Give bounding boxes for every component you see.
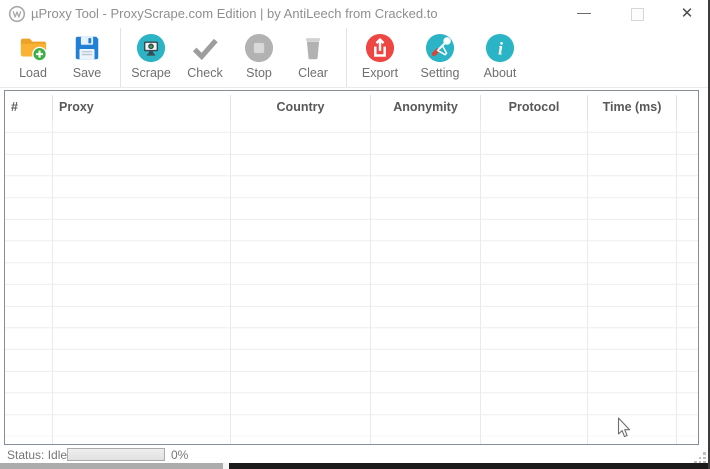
proxy-table-body: [5, 119, 698, 444]
load-label: Load: [19, 66, 47, 80]
export-label: Export: [361, 66, 399, 80]
toolbar: Load Save Scrape Check Stop Clear Export…: [0, 28, 710, 88]
column-divider: [587, 119, 588, 444]
title-bar[interactable]: µProxy Tool - ProxyScrape.com Edition | …: [0, 0, 710, 28]
window-title: µProxy Tool - ProxyScrape.com Edition | …: [31, 6, 438, 21]
info-icon: i: [485, 33, 515, 63]
load-button[interactable]: Load: [6, 28, 60, 80]
export-button[interactable]: Export: [350, 28, 410, 80]
export-icon: [365, 33, 395, 63]
floppy-save-icon: [72, 33, 102, 63]
taskbar-strip-gray: [0, 463, 223, 469]
column-header-country[interactable]: Country: [231, 95, 371, 119]
checkmark-icon: [190, 33, 220, 63]
scrape-label: Scrape: [131, 66, 171, 80]
taskbar-strip-black: [229, 463, 710, 469]
about-label: About: [483, 66, 517, 80]
progress-percent: 0%: [171, 448, 189, 462]
column-header-filler: [677, 95, 698, 119]
progress-bar: [67, 448, 165, 461]
setting-button[interactable]: Setting: [410, 28, 470, 80]
column-divider: [230, 119, 231, 444]
check-label: Check: [187, 66, 223, 80]
folder-add-icon: [18, 33, 48, 63]
clear-button[interactable]: Clear: [286, 28, 340, 80]
column-header-protocol[interactable]: Protocol: [481, 95, 588, 119]
column-header-number[interactable]: #: [5, 95, 53, 119]
column-divider: [52, 119, 53, 444]
tools-icon: [425, 33, 455, 63]
scrape-monitor-icon: [136, 33, 166, 63]
trash-icon: [298, 33, 328, 63]
status-label: Status: Idle: [7, 448, 68, 462]
about-button[interactable]: i About: [470, 28, 530, 80]
close-button[interactable]: ✕: [678, 4, 696, 24]
maximize-button[interactable]: [631, 8, 644, 21]
column-header-time[interactable]: Time (ms): [588, 95, 677, 119]
column-divider: [370, 119, 371, 444]
save-button[interactable]: Save: [60, 28, 114, 80]
column-header-anonymity[interactable]: Anonymity: [371, 95, 481, 119]
minimize-button[interactable]: [577, 13, 591, 16]
column-header-proxy[interactable]: Proxy: [53, 95, 231, 119]
check-button[interactable]: Check: [178, 28, 232, 80]
toolbar-separator: [120, 28, 121, 87]
svg-text:i: i: [498, 39, 503, 59]
setting-label: Setting: [420, 66, 460, 80]
stop-circle-icon: [244, 33, 274, 63]
column-divider: [676, 119, 677, 444]
globe-logo-icon: [8, 5, 26, 23]
stop-label: Stop: [246, 66, 272, 80]
scrape-button[interactable]: Scrape: [124, 28, 178, 80]
clear-label: Clear: [298, 66, 328, 80]
toolbar-separator: [346, 28, 347, 87]
proxy-table: # Proxy Country Anonymity Protocol Time …: [4, 90, 699, 445]
column-divider: [480, 119, 481, 444]
table-header-row: # Proxy Country Anonymity Protocol Time …: [5, 91, 698, 119]
status-bar: Status: Idle 0%: [0, 447, 710, 463]
stop-button[interactable]: Stop: [232, 28, 286, 80]
save-label: Save: [72, 66, 102, 80]
